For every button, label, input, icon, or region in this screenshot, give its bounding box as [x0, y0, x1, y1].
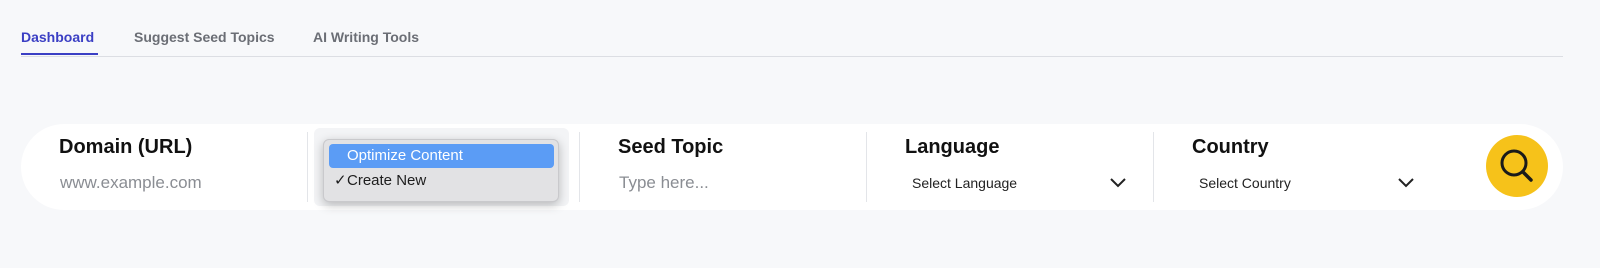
search-button[interactable]: [1486, 135, 1548, 197]
active-tab-indicator: [21, 53, 98, 55]
tab-suggest-seed-topics[interactable]: Suggest Seed Topics: [134, 29, 275, 45]
divider: [579, 132, 580, 202]
seed-topic-input[interactable]: Type here...: [619, 173, 709, 193]
menu-item-optimize-content[interactable]: Optimize Content: [329, 144, 554, 168]
chevron-down-icon[interactable]: [1109, 177, 1127, 189]
search-icon: [1500, 149, 1533, 182]
country-select[interactable]: Select Country: [1199, 175, 1291, 191]
country-label: Country: [1192, 136, 1269, 158]
search-bar: Domain (URL) www.example.com Optimize Co…: [21, 124, 1563, 210]
divider: [866, 132, 867, 202]
domain-label: Domain (URL): [59, 136, 193, 158]
divider: [1153, 132, 1154, 202]
seed-topic-label: Seed Topic: [618, 136, 724, 158]
domain-input[interactable]: www.example.com: [60, 173, 202, 193]
tab-dashboard[interactable]: Dashboard: [21, 29, 94, 45]
language-select[interactable]: Select Language: [912, 175, 1017, 191]
mode-dropdown-menu: Optimize Content ✓Create New: [323, 139, 559, 202]
tab-ai-writing-tools[interactable]: AI Writing Tools: [313, 29, 419, 45]
language-label: Language: [905, 136, 1000, 158]
check-icon: ✓: [334, 172, 347, 189]
chevron-down-icon[interactable]: [1397, 177, 1415, 189]
divider: [307, 132, 308, 202]
menu-item-create-new[interactable]: ✓Create New: [329, 169, 554, 193]
tab-bar: Dashboard Suggest Seed Topics AI Writing…: [21, 0, 1563, 57]
